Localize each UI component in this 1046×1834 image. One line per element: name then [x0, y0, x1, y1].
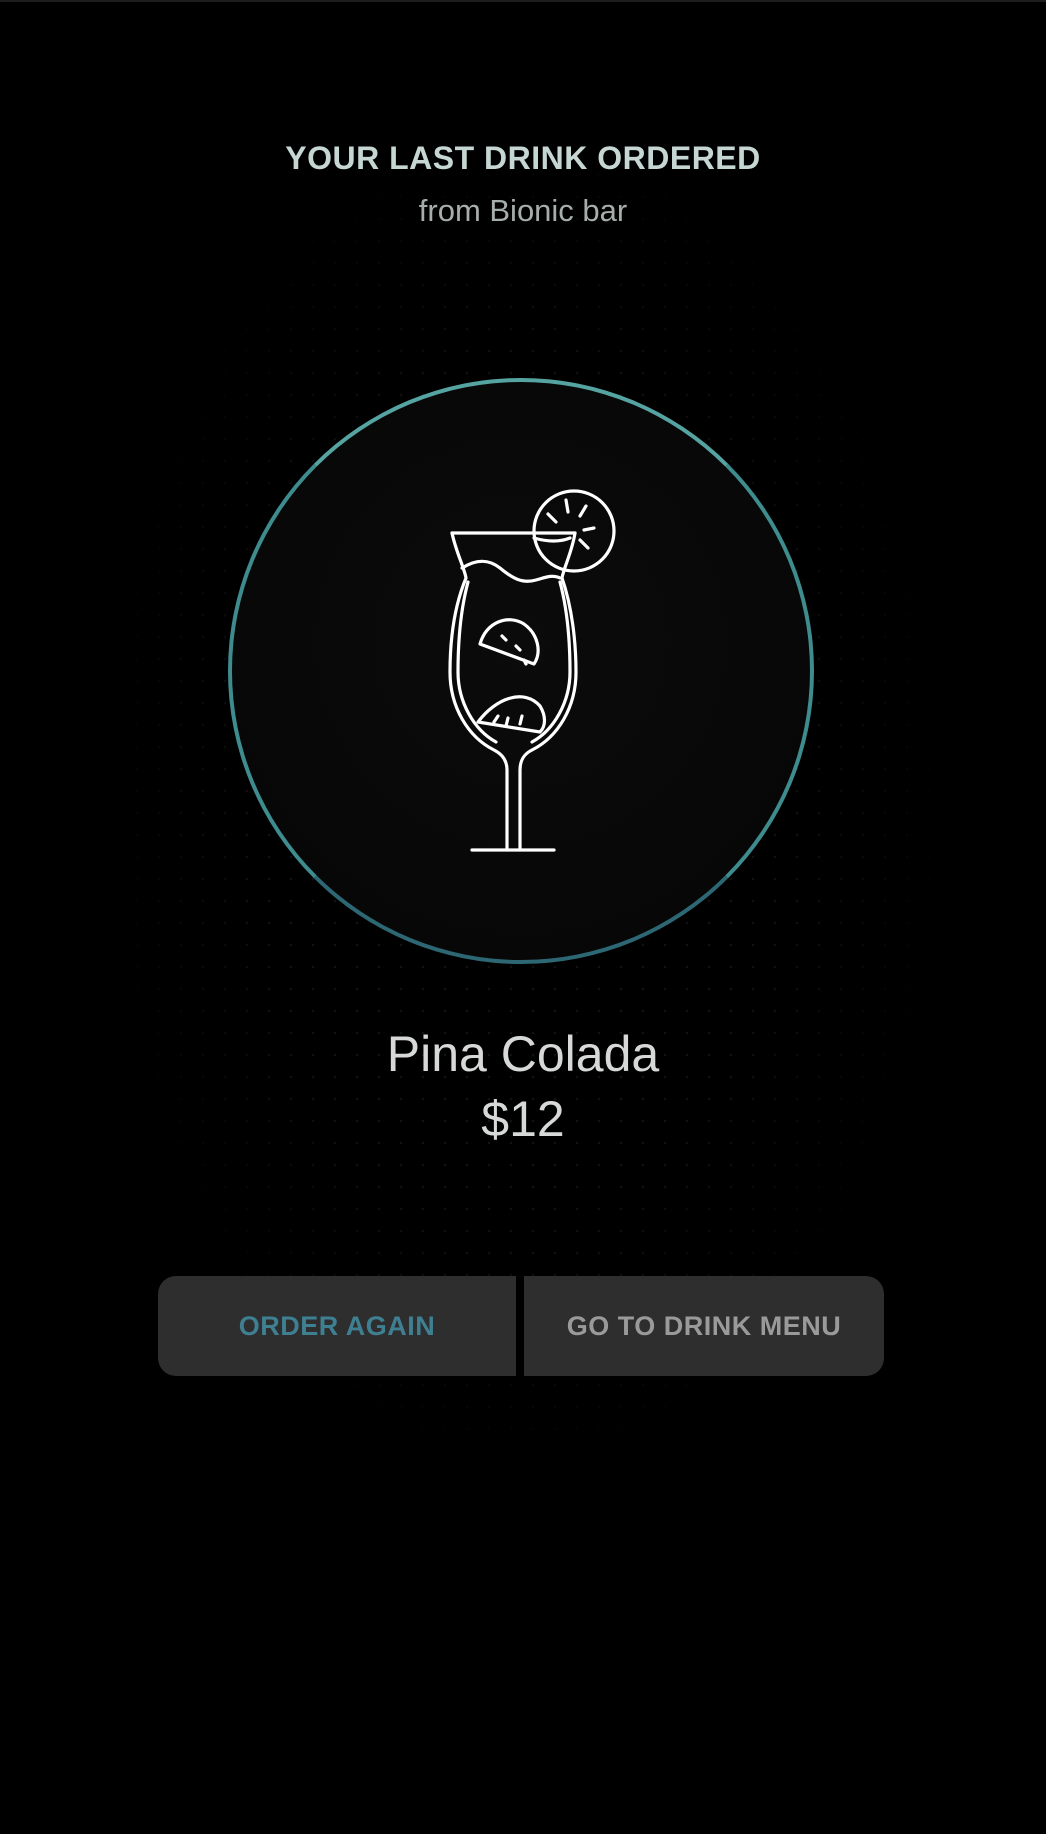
- action-button-group: ORDER AGAIN GO TO DRINK MENU: [158, 1276, 884, 1376]
- top-divider: [0, 0, 1046, 2]
- button-divider: [516, 1276, 524, 1376]
- cocktail-glass-icon-strokes: [448, 489, 616, 852]
- page-title: YOUR LAST DRINK ORDERED: [285, 140, 761, 176]
- drink-image-circle: [228, 378, 814, 964]
- screen: YOUR LAST DRINK ORDERED from Bionic bar: [0, 0, 1046, 1834]
- order-again-button[interactable]: ORDER AGAIN: [158, 1276, 516, 1376]
- drink-price: $12: [481, 1091, 565, 1147]
- drink-name: Pina Colada: [386, 1026, 660, 1082]
- bar-name-subtitle: from Bionic bar: [418, 193, 628, 228]
- go-to-drink-menu-button[interactable]: GO TO DRINK MENU: [524, 1276, 884, 1376]
- cocktail-glass-icon: [448, 489, 616, 852]
